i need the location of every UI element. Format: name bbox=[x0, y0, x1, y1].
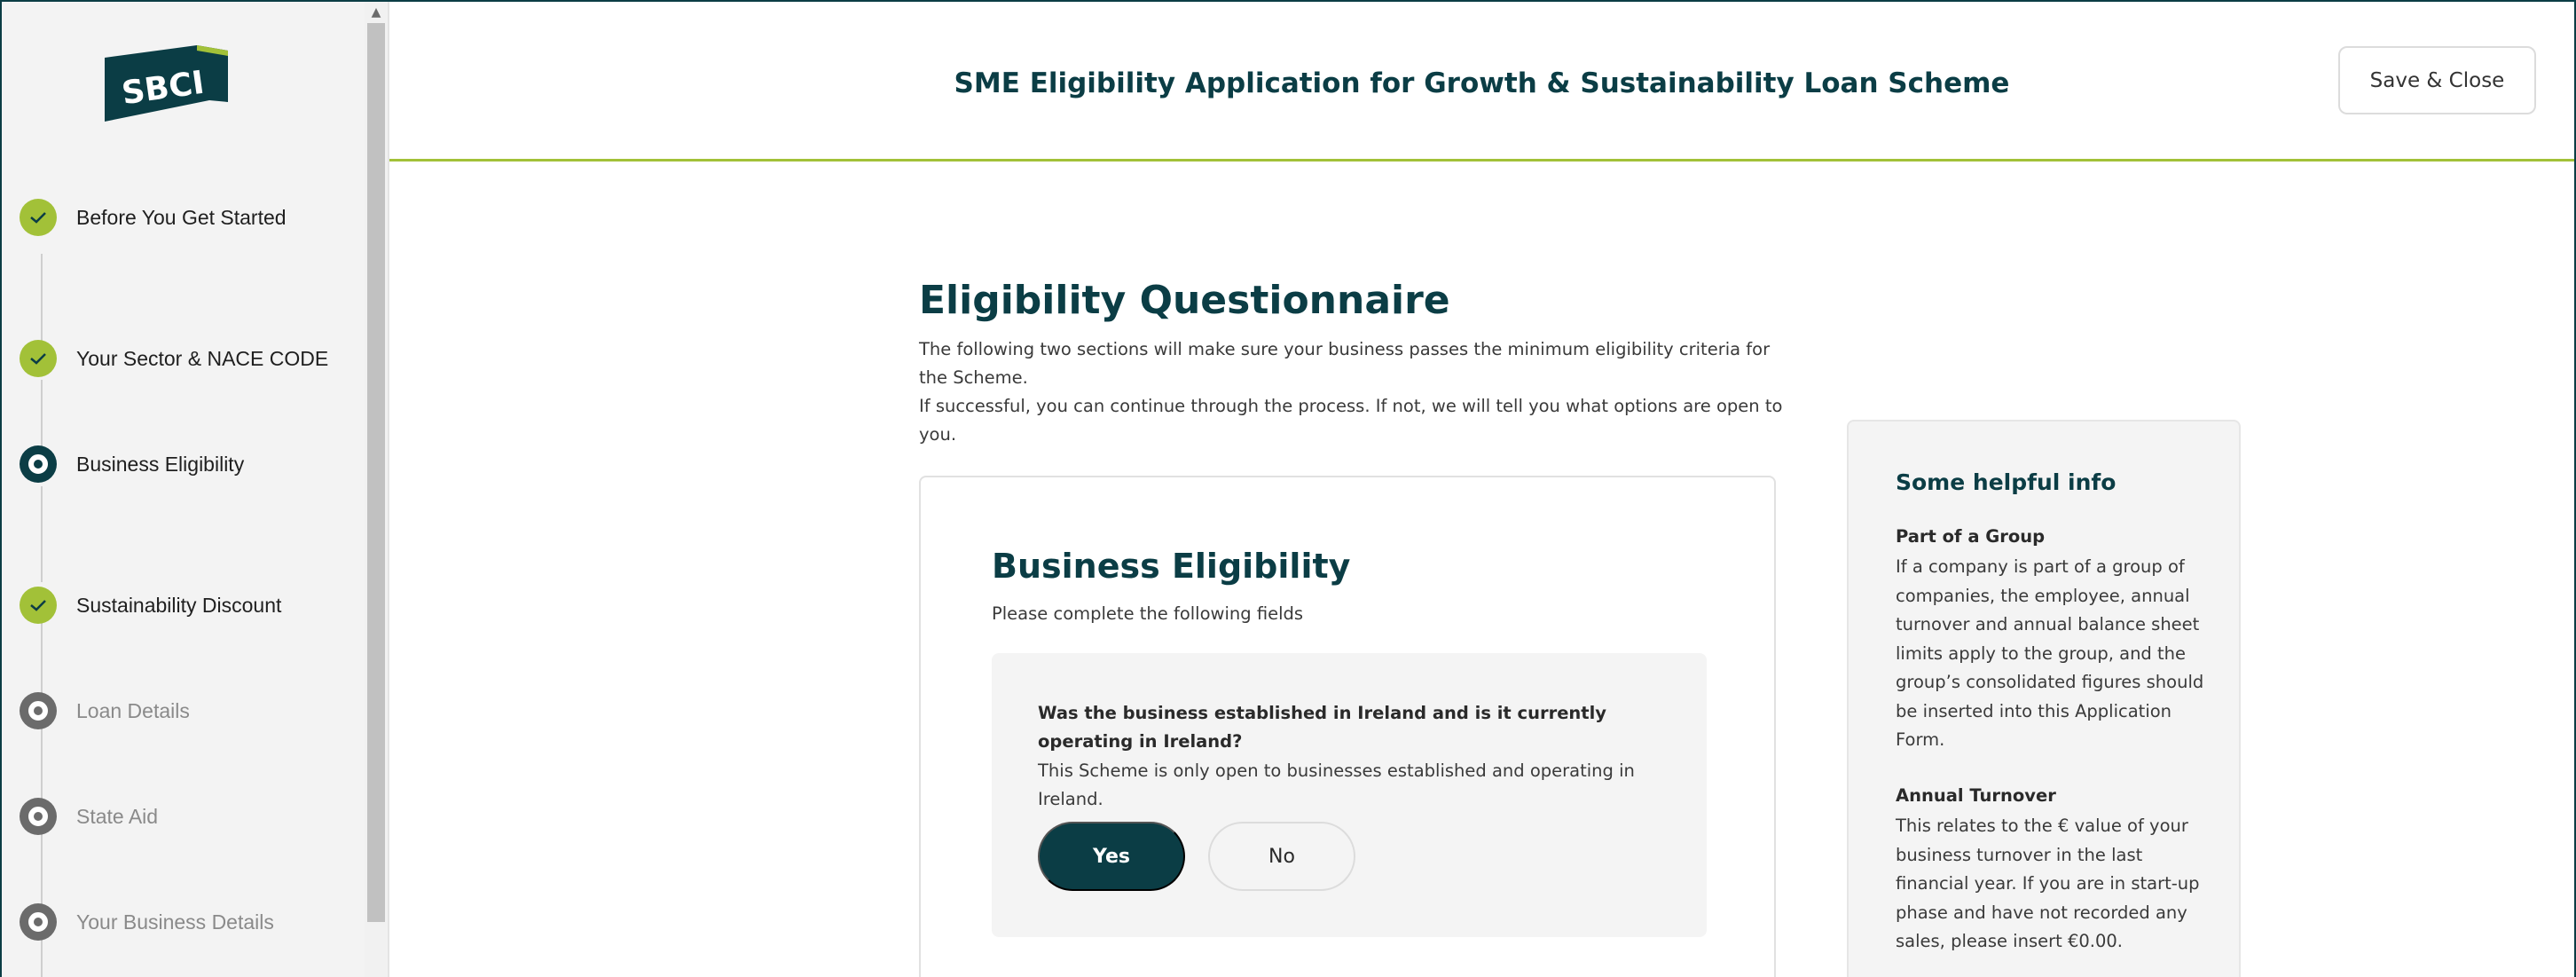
scrollbar-thumb[interactable] bbox=[367, 23, 385, 922]
sidebar-scrollbar[interactable]: ▲ bbox=[365, 2, 389, 977]
step-connector bbox=[41, 254, 43, 349]
check-icon bbox=[20, 587, 57, 624]
app-header: SME Eligibility Application for Growth &… bbox=[389, 2, 2574, 162]
step-label: Your Sector & NACE CODE bbox=[76, 346, 329, 370]
intro-text: The following two sections will make sur… bbox=[919, 335, 1788, 449]
pending-step-icon bbox=[20, 903, 57, 941]
step-label: Business Eligibility bbox=[76, 452, 245, 476]
step-label: Sustainability Discount bbox=[76, 593, 282, 617]
current-step-icon bbox=[20, 445, 57, 483]
intro-paragraph: The following two sections will make sur… bbox=[919, 339, 1771, 388]
step-connector bbox=[41, 613, 43, 697]
app-title: SME Eligibility Application for Growth &… bbox=[954, 67, 2010, 99]
step-label: State Aid bbox=[76, 804, 159, 828]
progress-sidebar: SBCI Before You Get Started Your Sector … bbox=[2, 2, 365, 977]
page-title: Eligibility Questionnaire bbox=[919, 278, 1450, 323]
info-section-body: If a company is part of a group of compa… bbox=[1896, 556, 2204, 750]
info-title: Some helpful info bbox=[1896, 469, 2117, 495]
info-section-body: This relates to the € value of your busi… bbox=[1896, 815, 2200, 951]
helpful-info-panel: Some helpful info Part of a Group If a c… bbox=[1847, 420, 2241, 977]
step-connector bbox=[41, 486, 43, 582]
pending-step-icon bbox=[20, 798, 57, 835]
step-your-business-details[interactable]: Your Business Details bbox=[20, 903, 274, 941]
save-close-button[interactable]: Save & Close bbox=[2338, 46, 2536, 114]
card-subtitle: Please complete the following fields bbox=[992, 603, 1304, 624]
step-label: Before You Get Started bbox=[76, 205, 287, 229]
step-sector-nace-code[interactable]: Your Sector & NACE CODE bbox=[20, 340, 328, 377]
intro-paragraph: If successful, you can continue through … bbox=[919, 396, 1783, 445]
step-connector bbox=[41, 719, 43, 803]
check-icon bbox=[20, 340, 57, 377]
question-text: Was the business established in Ireland … bbox=[1038, 703, 1607, 752]
question-help-text: This Scheme is only open to businesses e… bbox=[1038, 760, 1635, 809]
question-box: Was the business established in Ireland … bbox=[992, 653, 1707, 937]
step-connector bbox=[41, 825, 43, 910]
check-icon bbox=[20, 199, 57, 236]
no-button[interactable]: No bbox=[1208, 822, 1355, 891]
step-sustainability-discount[interactable]: Sustainability Discount bbox=[20, 587, 281, 624]
step-state-aid[interactable]: State Aid bbox=[20, 798, 158, 835]
step-business-eligibility[interactable]: Business Eligibility bbox=[20, 445, 244, 483]
sbci-logo[interactable]: SBCI bbox=[105, 45, 228, 122]
step-before-you-get-started[interactable]: Before You Get Started bbox=[20, 199, 287, 236]
card-title: Business Eligibility bbox=[992, 547, 1351, 586]
step-label: Your Business Details bbox=[76, 910, 274, 934]
pending-step-icon bbox=[20, 692, 57, 729]
business-eligibility-card: Business Eligibility Please complete the… bbox=[919, 476, 1776, 977]
info-section-title: Part of a Group bbox=[1896, 526, 2046, 547]
step-label: Loan Details bbox=[76, 698, 190, 722]
scroll-up-arrow-icon[interactable]: ▲ bbox=[365, 2, 388, 23]
info-section-title: Annual Turnover bbox=[1896, 785, 2056, 806]
step-loan-details[interactable]: Loan Details bbox=[20, 692, 190, 729]
yes-button[interactable]: Yes bbox=[1038, 822, 1185, 891]
